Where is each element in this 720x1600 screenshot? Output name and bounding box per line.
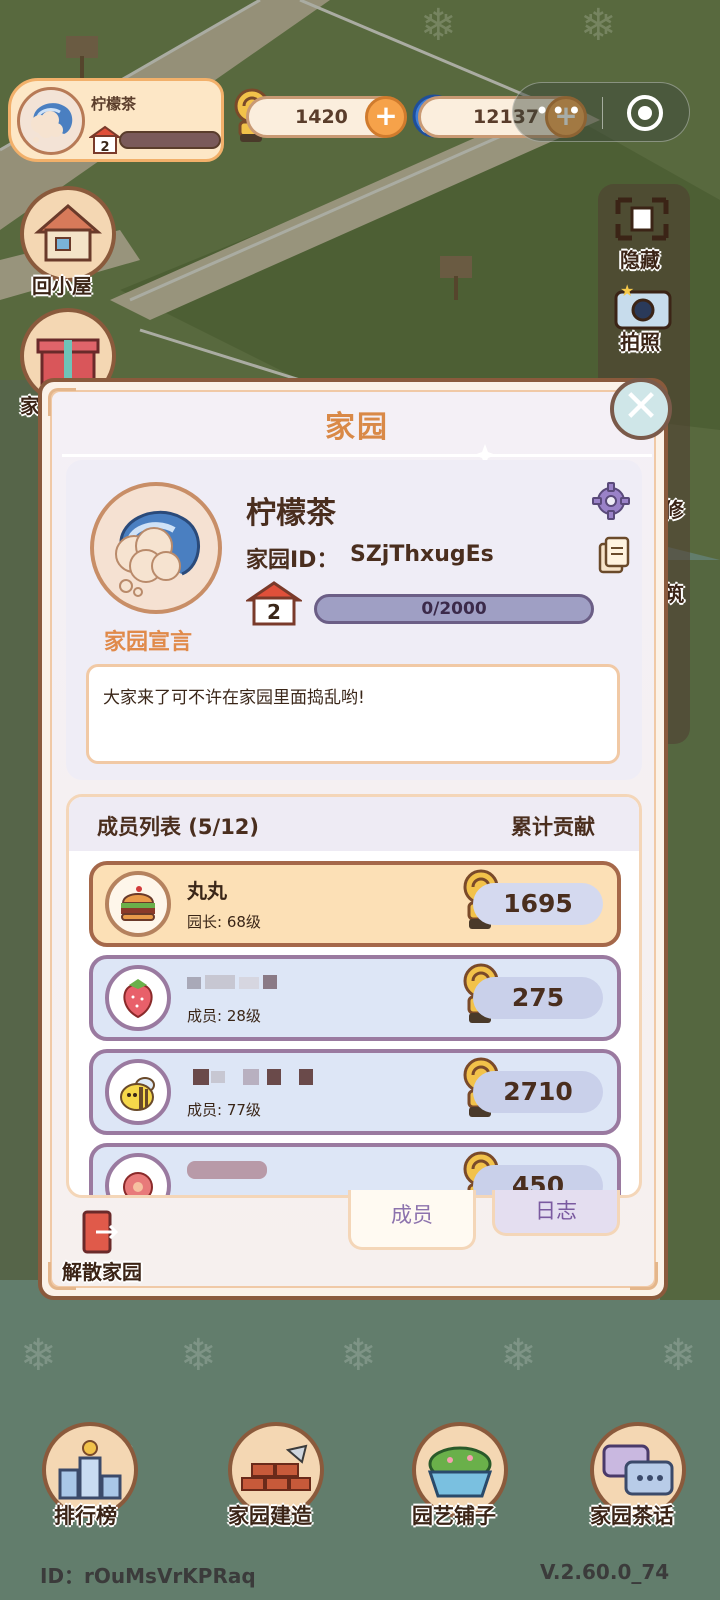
flower-icon: [123, 1172, 153, 1195]
home-avatar: [90, 482, 222, 614]
contribution-title: 累计贡献: [511, 815, 595, 839]
garden-shop-label: 园艺铺子: [412, 1504, 496, 1528]
player-level-bar: [119, 131, 221, 149]
member-row[interactable]: 成员: 77级 2710: [89, 1049, 621, 1135]
blurred-name: [187, 1161, 267, 1179]
member-contribution: 275: [473, 977, 603, 1019]
dialog-title: 家园: [325, 410, 389, 445]
house-level-icon: 2: [89, 125, 121, 155]
home-motto-text: 大家来了可不许在家园里面捣乱哟!: [103, 688, 365, 708]
snowflake-decoration: ❄: [420, 0, 457, 51]
member-rank: 成员: 77级: [187, 1101, 261, 1119]
title-divider: [62, 454, 652, 457]
member-name: 丸丸: [187, 879, 227, 903]
home-motto-button[interactable]: 家园宣言: [104, 624, 192, 656]
burger-icon: [121, 886, 155, 921]
hide-label: 隐藏: [620, 248, 660, 272]
exit-door-icon[interactable]: [80, 1208, 120, 1256]
flower-avatar: [105, 1153, 171, 1195]
member-row[interactable]: 丸丸 园长: 68级 1695: [89, 861, 621, 947]
member-contribution: 2710: [473, 1071, 603, 1113]
cloud-wave-icon: [31, 103, 73, 143]
snowflake-decoration: ❄: [660, 1330, 697, 1381]
blurred-name: [187, 975, 277, 989]
more-menu-button[interactable]: •••: [535, 97, 583, 125]
version-footer: V.2.60.0_74: [540, 1560, 670, 1584]
gift-label: 家: [20, 394, 40, 418]
house-icon: [33, 204, 103, 262]
burger-avatar: [105, 871, 171, 937]
back-home-label: 回小屋: [32, 274, 92, 298]
cloud-wave-icon: [115, 510, 200, 597]
bee-icon: [120, 1077, 155, 1111]
miniprogram-capsule: •••: [512, 82, 690, 142]
member-rank: 园长: 68级: [187, 913, 261, 931]
svg-text:★: ★: [620, 282, 634, 300]
home-exp-text: 0/2000: [421, 599, 487, 619]
home-build-label: 家园建造: [228, 1504, 312, 1528]
member-list-title: 成员列表 (5/12): [97, 815, 260, 839]
home-level-text: 2: [267, 600, 281, 624]
back-home-button[interactable]: [20, 186, 116, 282]
strawberry-avatar: [105, 965, 171, 1031]
tab-members[interactable]: 成员: [348, 1190, 476, 1250]
copy-icon[interactable]: [596, 536, 632, 574]
player-level-text: 2: [100, 140, 109, 155]
player-card[interactable]: 柠檬茶 2: [8, 78, 224, 162]
member-contribution: 1695: [473, 883, 603, 925]
capsule-divider: [602, 97, 603, 129]
snowflake-decoration: ❄: [580, 0, 617, 51]
snowflake-decoration: ❄: [340, 1330, 377, 1381]
snowflake-decoration: ❄: [180, 1330, 217, 1381]
player-name: 柠檬茶: [91, 95, 137, 113]
home-motto-box[interactable]: 大家来了可不许在家园里面捣乱哟!: [86, 664, 620, 764]
camera-icon[interactable]: ★: [610, 282, 676, 332]
coin-counter: 1420 +: [246, 96, 407, 138]
corner-ornament: [630, 1262, 658, 1290]
bee-avatar: [105, 1059, 171, 1125]
member-list-header: 成员列表 (5/12) 累计贡献: [69, 797, 639, 851]
gear-icon[interactable]: [592, 482, 630, 520]
home-id-label: 家园ID：: [246, 548, 339, 573]
add-coin-button[interactable]: +: [365, 96, 407, 138]
home-exp-bar: 0/2000: [314, 594, 594, 624]
dissolve-home-button[interactable]: 解散家园: [62, 1256, 142, 1285]
ranking-label: 排行榜: [54, 1504, 117, 1528]
hide-icon[interactable]: [612, 194, 672, 244]
member-list-panel: 成员列表 (5/12) 累计贡献 丸丸 园长: 68级 1695 成员: 28级…: [66, 794, 642, 1198]
snowflake-decoration: ❄: [500, 1330, 537, 1381]
close-miniprogram-button[interactable]: [627, 95, 663, 131]
player-avatar[interactable]: [17, 87, 85, 155]
snowflake-decoration: ❄: [20, 1330, 57, 1381]
member-row[interactable]: 成员: 28级 275: [89, 955, 621, 1041]
photo-label: 拍照: [620, 330, 660, 354]
home-name: 柠檬茶: [246, 496, 336, 531]
close-dialog-button[interactable]: ✕: [610, 378, 672, 440]
tab-log[interactable]: 日志: [492, 1190, 620, 1236]
coin-amount: 1420: [295, 106, 348, 128]
strawberry-icon: [123, 979, 153, 1019]
blurred-name: [193, 1069, 313, 1085]
player-id-footer: ID：rOuMsVrKPRaq: [40, 1564, 256, 1588]
home-level-badge: 2: [246, 581, 302, 626]
home-chat-label: 家园茶话: [590, 1504, 674, 1528]
member-rank: 成员: 28级: [187, 1007, 261, 1025]
home-id-value: SZjThxugEs: [350, 542, 494, 567]
